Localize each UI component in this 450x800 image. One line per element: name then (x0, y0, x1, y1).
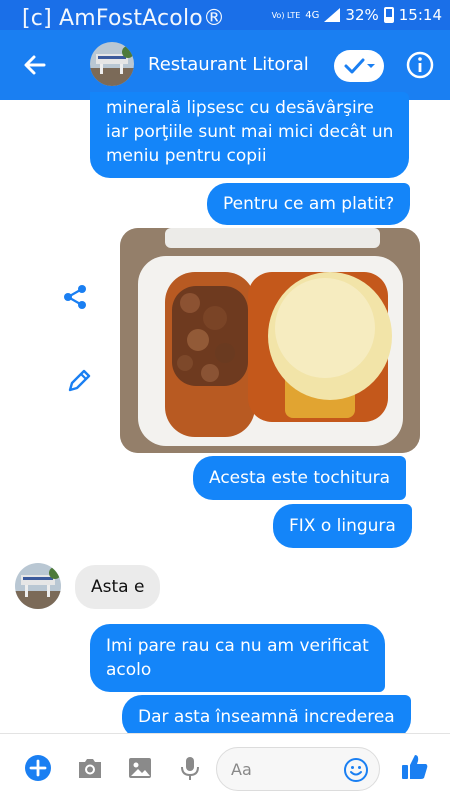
message-bubble-out[interactable]: Pentru ce am platit? (207, 183, 411, 225)
message-bubble-out[interactable]: FIX o lingura (273, 504, 412, 548)
network-indicator: 4G (305, 9, 320, 21)
message-line: iar porţiile sunt mai mici decât un (106, 122, 394, 142)
watermark: [c] AmFostAcolo® (22, 6, 226, 31)
edit-pencil-icon[interactable] (64, 366, 94, 396)
volte-indicator: Vo) LTE (271, 10, 301, 20)
composer-bar: Aa (0, 733, 450, 800)
message-input-placeholder: Aa (231, 760, 252, 779)
battery-percent: 32% (345, 6, 379, 24)
signal-icon (324, 8, 341, 22)
camera-icon[interactable] (76, 754, 104, 782)
check-icon (344, 58, 365, 74)
message-bubble-out[interactable]: Imi pare rau ca nu am verificat acolo (90, 624, 385, 692)
contact-avatar[interactable] (15, 563, 61, 609)
avatar[interactable] (90, 42, 134, 86)
message-text: Acesta este tochitura (209, 468, 391, 488)
message-line: acolo (106, 660, 152, 680)
emoji-icon[interactable] (343, 757, 369, 783)
image-icon[interactable] (126, 754, 154, 782)
message-input[interactable]: Aa (216, 747, 380, 791)
message-text: FIX o lingura (289, 516, 396, 536)
message-line: minerală lipsesc cu desăvârşire (106, 98, 374, 118)
food-photo[interactable] (120, 228, 420, 453)
clock: 15:14 (398, 6, 442, 24)
battery-icon (383, 7, 394, 23)
status-right: Vo) LTE 4G 32% 15:14 (272, 6, 442, 24)
message-text: Dar asta înseamnă increderea (138, 707, 395, 727)
message-bubble-out[interactable]: Acesta este tochitura (193, 456, 407, 500)
message-line: Imi pare rau ca nu am verificat (106, 636, 369, 656)
info-icon[interactable] (405, 50, 435, 80)
check-menu-button[interactable] (334, 50, 384, 82)
thumbs-up-icon[interactable] (400, 752, 430, 782)
message-line: meniu pentru copii (106, 146, 267, 166)
microphone-icon[interactable] (176, 754, 204, 782)
message-bubble-in[interactable]: Asta e (75, 565, 161, 609)
message-text: Pentru ce am platit? (223, 194, 395, 214)
plus-icon[interactable] (24, 754, 52, 782)
chevron-down-icon (367, 64, 375, 68)
chat-title[interactable]: Restaurant Litoral (148, 54, 309, 75)
chat-header: Restaurant Litoral (0, 30, 450, 100)
share-icon[interactable] (60, 282, 90, 312)
back-arrow-icon[interactable] (20, 50, 50, 80)
message-bubble-out[interactable]: minerală lipsesc cu desăvârşire iar porţ… (90, 92, 410, 178)
message-text: Asta e (91, 577, 145, 597)
status-bar: [c] AmFostAcolo® Vo) LTE 4G 32% 15:14 (0, 0, 450, 31)
